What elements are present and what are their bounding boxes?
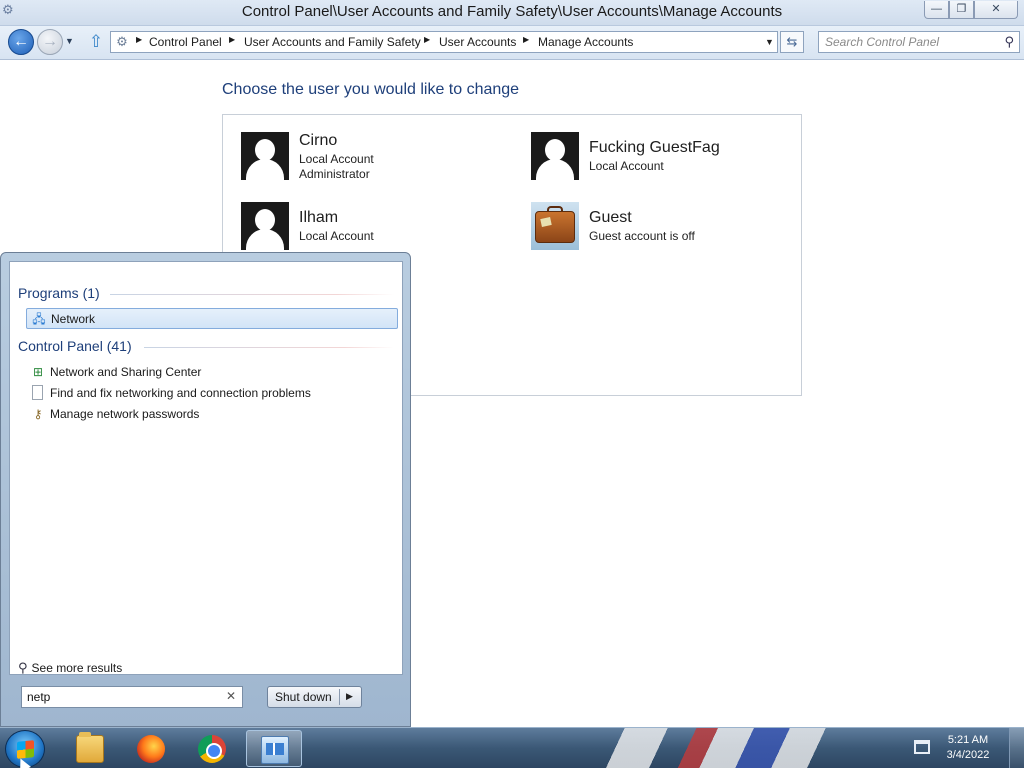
user-account-type: Local Account [299,152,374,166]
user-status: Guest account is off [589,229,695,243]
shutdown-button[interactable]: Shut down ▶ [267,686,362,708]
user-name: Fucking GuestFag [589,139,720,156]
network-icon: 🖧 [32,312,46,326]
control-panel-icon: ⚙ [116,34,128,49]
search-results-pane: Programs (1) 🖧 Network Control Panel (41… [9,261,403,675]
result-find-fix-networking[interactable]: Find and fix networking and connection p… [26,383,398,404]
see-more-label: See more results [31,661,123,675]
search-input[interactable] [825,33,995,51]
shutdown-divider [339,689,340,705]
user-name: Ilham [299,209,339,226]
breadcrumb-separator-icon[interactable]: ▶ [136,35,142,44]
section-divider [110,294,394,295]
user-account-type: Local Account [299,229,374,243]
address-bar[interactable]: ⚙ ▶ Control Panel ▶ User Accounts and Fa… [110,31,778,53]
forward-button[interactable]: → [37,29,63,55]
taskbar-firefox[interactable] [123,730,179,767]
system-clock[interactable]: 5:21 AM 3/4/2022 [938,733,998,763]
user-tile-guest[interactable]: Guest Guest account is off [531,202,791,258]
chevron-down-icon[interactable]: ▼ [765,37,774,47]
back-button[interactable]: ← [8,29,34,55]
page-heading: Choose the user you would like to change [222,81,520,98]
result-label: Find and fix networking and connection p… [50,386,311,400]
clock-date: 3/4/2022 [946,749,990,761]
shutdown-label: Shut down [275,690,332,704]
user-tile-ilham[interactable]: Ilham Local Account [241,202,501,258]
document-icon [32,385,43,400]
network-tray-icon[interactable] [914,740,930,754]
close-button[interactable]: ✕ [974,1,1018,19]
result-label: Network [51,312,96,326]
shutdown-options-arrow-icon[interactable]: ▶ [346,691,353,702]
silhouette-icon [241,202,289,250]
breadcrumb-user-accounts-family-safety[interactable]: User Accounts and Family Safety [244,35,421,49]
credential-icon: ⚷ [33,407,43,421]
user-name: Guest [589,209,632,226]
arrow-right-icon: → [42,33,58,50]
result-network-sharing-center[interactable]: ⊞ Network and Sharing Center [26,362,398,383]
clock-time: 5:21 AM [947,734,989,746]
section-divider [144,347,394,348]
breadcrumb-control-panel[interactable]: Control Panel [149,35,222,49]
taskbar-chrome[interactable] [184,730,240,767]
silhouette-icon [531,132,579,180]
suitcase-icon [531,202,579,250]
taskbar-file-explorer[interactable] [62,730,118,767]
window-title: Control Panel\User Accounts and Family S… [241,3,783,20]
minimize-button[interactable]: — [924,1,949,19]
maximize-button[interactable]: ❐ [949,1,974,19]
control-panel-icon [261,736,289,764]
see-more-results-link[interactable]: ⚲ See more results [18,660,122,676]
navigation-bar: ← → ▼ ⇧ ⚙ ▶ Control Panel ▶ User Account… [0,26,1024,60]
user-role: Administrator [299,167,370,181]
silhouette-icon [241,132,289,180]
arrow-up-icon: ⇧ [88,32,104,51]
search-box[interactable]: ⚲ [818,31,1020,53]
refresh-button[interactable]: ⇆ [780,31,804,53]
start-search-input[interactable] [27,688,217,706]
refresh-icon: ⇆ [786,34,798,49]
search-icon[interactable]: ⚲ [1004,34,1014,50]
user-tile-fucking-guestfag[interactable]: Fucking GuestFag Local Account [531,132,791,188]
programs-section-header: Programs (1) [18,285,100,301]
file-explorer-icon [76,732,104,763]
search-icon: ⚲ [18,660,28,675]
sharing-center-icon: ⊞ [32,365,44,379]
start-search-box[interactable]: ✕ [21,686,243,708]
show-desktop-button[interactable] [1009,728,1024,768]
title-bar: ⚙ Control Panel\User Accounts and Family… [0,0,1024,26]
breadcrumb-manage-accounts[interactable]: Manage Accounts [538,35,633,49]
clear-search-icon[interactable]: ✕ [226,689,236,703]
taskbar: 5:21 AM 3/4/2022 [0,727,1024,768]
chrome-icon [198,735,226,763]
control-panel-section-header: Control Panel (41) [18,338,132,354]
breadcrumb-separator-icon[interactable]: ▶ [523,35,529,44]
breadcrumb-separator-icon[interactable]: ▶ [424,35,430,44]
breadcrumb-separator-icon[interactable]: ▶ [229,35,235,44]
user-account-type: Local Account [589,159,664,173]
result-manage-network-passwords[interactable]: ⚷ Manage network passwords [26,404,398,425]
result-label: Manage network passwords [50,407,200,421]
breadcrumb-user-accounts[interactable]: User Accounts [439,35,516,49]
user-name: Cirno [299,132,338,149]
result-label: Network and Sharing Center [50,365,202,379]
firefox-icon [137,735,165,763]
start-menu: Programs (1) 🖧 Network Control Panel (41… [0,252,411,727]
up-level-button[interactable]: ⇧ [86,32,106,52]
user-tile-cirno[interactable]: Cirno Local Account Administrator [241,132,501,188]
arrow-left-icon: ← [13,33,29,50]
wallpaper-glimpse [560,728,900,768]
taskbar-control-panel[interactable] [246,730,302,767]
recent-pages-dropdown[interactable]: ▼ [65,36,74,46]
result-network[interactable]: 🖧 Network [26,308,398,329]
